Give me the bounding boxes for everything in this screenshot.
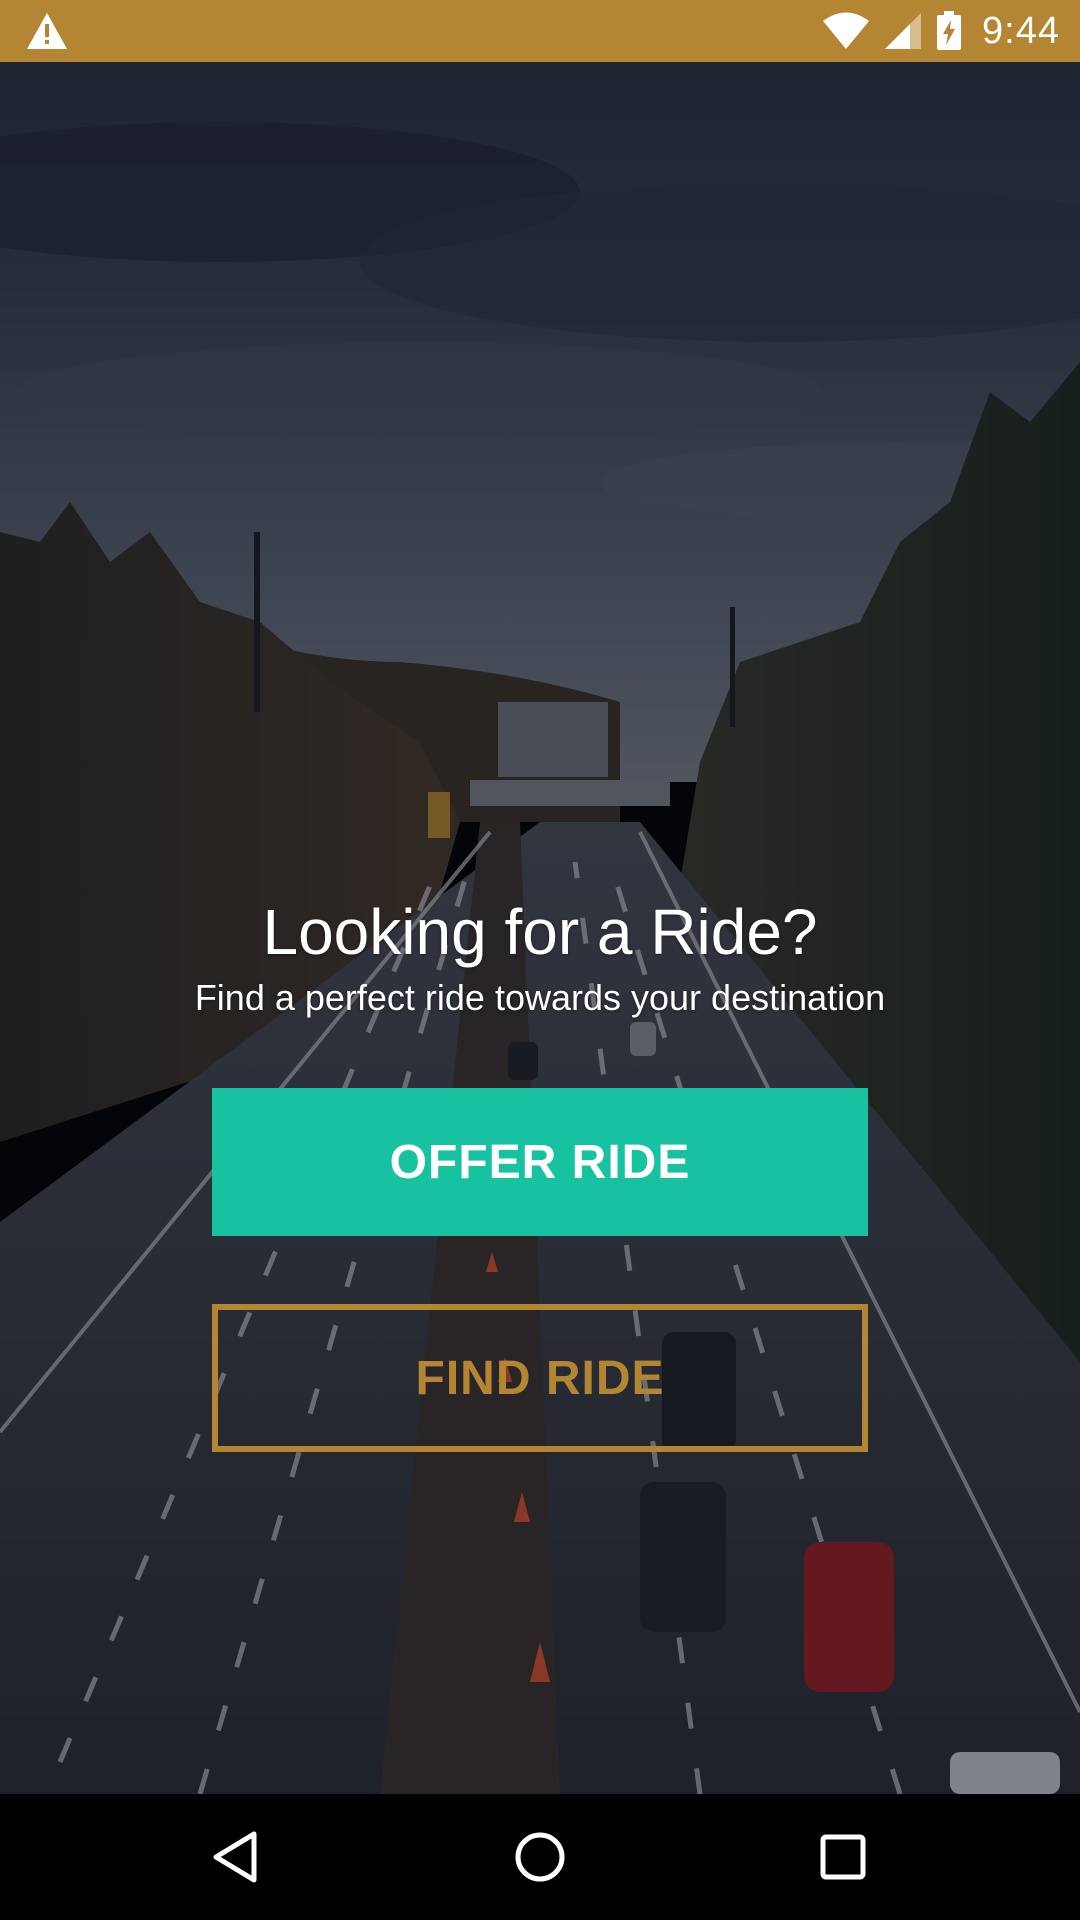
battery-charging-icon [937, 11, 962, 50]
recents-button[interactable] [808, 1822, 878, 1892]
status-bar: 9:44 [0, 0, 1080, 62]
find-ride-button[interactable]: FIND RIDE [212, 1304, 868, 1452]
home-button[interactable] [505, 1822, 575, 1892]
offer-ride-button[interactable]: OFFER RIDE [212, 1088, 868, 1236]
wifi-icon [823, 12, 870, 49]
warning-icon [27, 13, 67, 49]
hero-title: Looking for a Ride? [262, 896, 818, 968]
navigation-bar [0, 1794, 1080, 1920]
cell-signal-icon [885, 13, 922, 49]
home-icon [515, 1832, 565, 1882]
status-icons: 9:44 [822, 0, 1060, 62]
recents-icon [820, 1834, 866, 1880]
hero-subtitle: Find a perfect ride towards your destina… [194, 977, 886, 1018]
back-button[interactable] [200, 1822, 270, 1892]
screen: 9:44 Looking for a Ride? Find a perfect … [0, 0, 1080, 1920]
status-time: 9:44 [982, 9, 1060, 52]
back-icon [213, 1831, 257, 1883]
